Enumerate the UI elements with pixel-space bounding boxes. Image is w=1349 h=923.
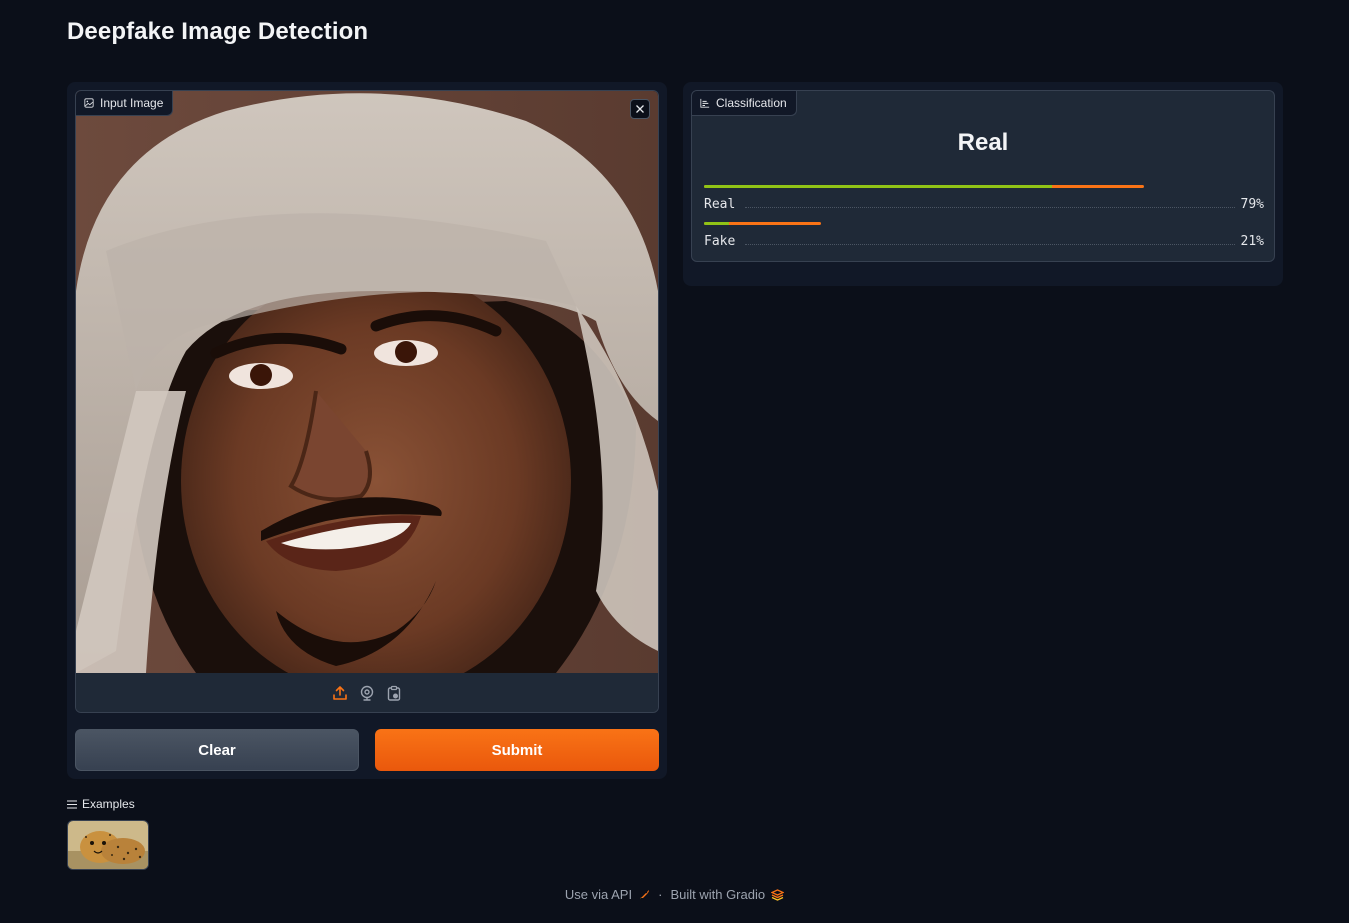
confidence-text-fake: Fake 21% bbox=[704, 234, 1264, 249]
submit-button[interactable]: Submit bbox=[375, 729, 659, 771]
gradio-logo-icon bbox=[771, 888, 785, 901]
confidence-bar-real bbox=[704, 185, 1144, 188]
input-panel: Input Image Clear Submit bbox=[67, 82, 667, 779]
clear-image-button[interactable] bbox=[630, 99, 650, 119]
image-input-block: Input Image bbox=[75, 90, 659, 713]
classification-label-text: Classification bbox=[716, 96, 787, 110]
gradio-app: Deepfake Image Detection Input Image Cle… bbox=[0, 0, 1349, 923]
dotted-leader bbox=[745, 244, 1235, 245]
use-via-api-text: Use via API bbox=[564, 887, 633, 902]
confidence-fill-fake bbox=[704, 222, 729, 225]
footer-separator: · bbox=[658, 887, 663, 902]
input-image-label: Input Image bbox=[76, 91, 174, 116]
bar-chart-icon bbox=[700, 98, 710, 108]
clipboard-source-button[interactable] bbox=[386, 685, 402, 701]
rocket-icon bbox=[640, 889, 650, 899]
examples-header: Examples bbox=[67, 797, 135, 811]
use-via-api-link[interactable]: Use via API bbox=[565, 887, 650, 902]
confidence-value: 79% bbox=[1240, 197, 1264, 212]
confidence-value: 21% bbox=[1240, 234, 1264, 249]
footer: Use via API · Built with Gradio bbox=[0, 887, 1349, 902]
close-icon bbox=[636, 105, 644, 113]
webcam-icon bbox=[360, 685, 374, 701]
page-title: Deepfake Image Detection bbox=[67, 18, 369, 45]
classification-block: Classification Real Real 79% Fake 21% bbox=[691, 90, 1275, 262]
webcam-source-button[interactable] bbox=[359, 685, 375, 701]
clipboard-icon bbox=[387, 685, 401, 701]
image-icon bbox=[84, 98, 94, 108]
confidence-row-fake[interactable]: Fake 21% bbox=[704, 222, 1264, 249]
examples-label-text: Examples bbox=[82, 797, 135, 811]
list-icon bbox=[67, 800, 77, 808]
confidence-label: Fake bbox=[704, 234, 736, 249]
dotted-leader bbox=[745, 207, 1235, 208]
upload-source-button[interactable] bbox=[332, 685, 348, 701]
confidence-label: Real bbox=[704, 197, 736, 212]
uploaded-image[interactable] bbox=[76, 91, 658, 673]
cheetah-image bbox=[68, 821, 148, 869]
confidence-bar-fake bbox=[704, 222, 821, 225]
portrait-photo bbox=[76, 91, 658, 673]
upload-icon bbox=[333, 685, 347, 700]
confidence-text-real: Real 79% bbox=[704, 197, 1264, 212]
confidence-row-real[interactable]: Real 79% bbox=[704, 185, 1264, 212]
clear-button[interactable]: Clear bbox=[75, 729, 359, 771]
confidence-fill-real bbox=[704, 185, 1052, 188]
example-cheetah-thumbnail[interactable] bbox=[67, 820, 149, 870]
top-prediction: Real bbox=[957, 129, 1009, 156]
built-with-gradio-link[interactable]: Built with Gradio bbox=[670, 887, 785, 902]
built-with-gradio-text: Built with Gradio bbox=[670, 887, 766, 902]
classification-label: Classification bbox=[692, 91, 797, 116]
output-panel: Classification Real Real 79% Fake 21% bbox=[683, 82, 1283, 286]
input-image-label-text: Input Image bbox=[100, 96, 164, 110]
image-source-selector bbox=[76, 673, 658, 712]
